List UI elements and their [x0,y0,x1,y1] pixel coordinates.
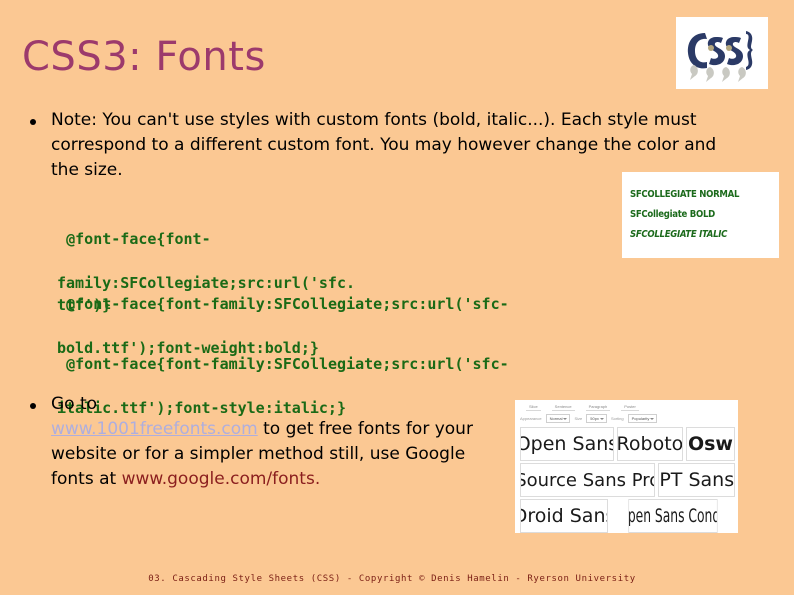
footer-text: 03. Cascading Style Sheets (CSS) - Copyr… [148,574,636,584]
page-title: CSS3: Fonts [22,34,266,80]
sfcollegiate-sample-image: SFCOLLEGIATE NORMAL SFCollegiate BOLD SF… [622,172,779,258]
sfc-sample-normal: SFCOLLEGIATE NORMAL [630,189,740,200]
link-google-fonts[interactable]: www.google.com/fonts. [122,469,321,489]
bullet-item-note: Note: You can't use styles with custom f… [30,108,720,183]
bullet-goto-text: Go to www.1001freefonts.com to get free … [51,392,510,492]
bullet-dot-icon [30,119,36,125]
gf-tab-slice[interactable]: Slice [526,404,541,411]
gf-font-row-1: Open Sans Roboto Osw [520,427,738,461]
gf-font-card-source-sans-pro[interactable]: Source Sans Pro [520,463,656,497]
link-1001freefonts[interactable]: www.1001freefonts.com [51,419,258,439]
goto-lead: Go to [51,394,98,414]
gf-size-label: Size [574,416,583,421]
note-line-1: Note: You can't use styles with custom f… [51,110,556,130]
gf-appearance-label: Appearance [520,416,542,421]
gf-tab-poster[interactable]: Poster [621,404,639,411]
gf-font-row-2: Source Sans Pro PT Sans [520,463,738,497]
bullet-item-goto: Go to www.1001freefonts.com to get free … [30,392,510,492]
gf-font-card-pt-sans[interactable]: PT Sans [658,463,735,497]
code-1-line-1: @font-face{font- [66,230,211,248]
gf-font-card-oswald[interactable]: Osw [685,427,735,461]
gf-tab-sentence[interactable]: Sentence [551,404,575,411]
gf-sort-label: Sorting [610,416,624,421]
bullet-note-text: Note: You can't use styles with custom f… [51,108,720,183]
gf-font-card-roboto[interactable]: Roboto [616,427,683,461]
gf-font-card-droid-sans[interactable]: Droid Sans [520,499,609,533]
google-fonts-filters: Appearance Normal Size 50px Sorting Popu… [520,414,738,423]
code-3-line-1: @font-face{font-family:SFCollegiate;src:… [66,355,509,373]
gf-font-card-open-sans-condensed[interactable]: Open Sans Conde [628,499,718,533]
gf-font-row-3: Droid Sans Open Sans Conde [520,499,738,533]
css-logo-graphic [687,31,753,82]
gf-font-card-open-sans[interactable]: Open Sans [520,427,614,461]
bullet-dot-icon [30,403,36,409]
sfc-sample-italic: SFCOLLEGIATE ITALIC [630,229,728,240]
gf-sort-select[interactable]: Popularity [627,414,658,423]
gf-size-select[interactable]: 50px [586,414,607,423]
code-2-line-1: @font-face{font-family:SFCollegiate;src:… [66,295,509,313]
gf-appearance-select[interactable]: Normal [545,414,571,423]
gf-tab-paragraph[interactable]: Paragraph [585,404,611,411]
css-logo [676,17,768,89]
google-fonts-tabs: Slice Sentence Paragraph Poster [520,404,738,411]
slide-root: CSS3: Fonts Note: You can't use styles w… [0,0,794,595]
google-fonts-screenshot: Slice Sentence Paragraph Poster Appearan… [515,400,738,533]
sfc-sample-bold: SFCollegiate BOLD [630,209,715,220]
